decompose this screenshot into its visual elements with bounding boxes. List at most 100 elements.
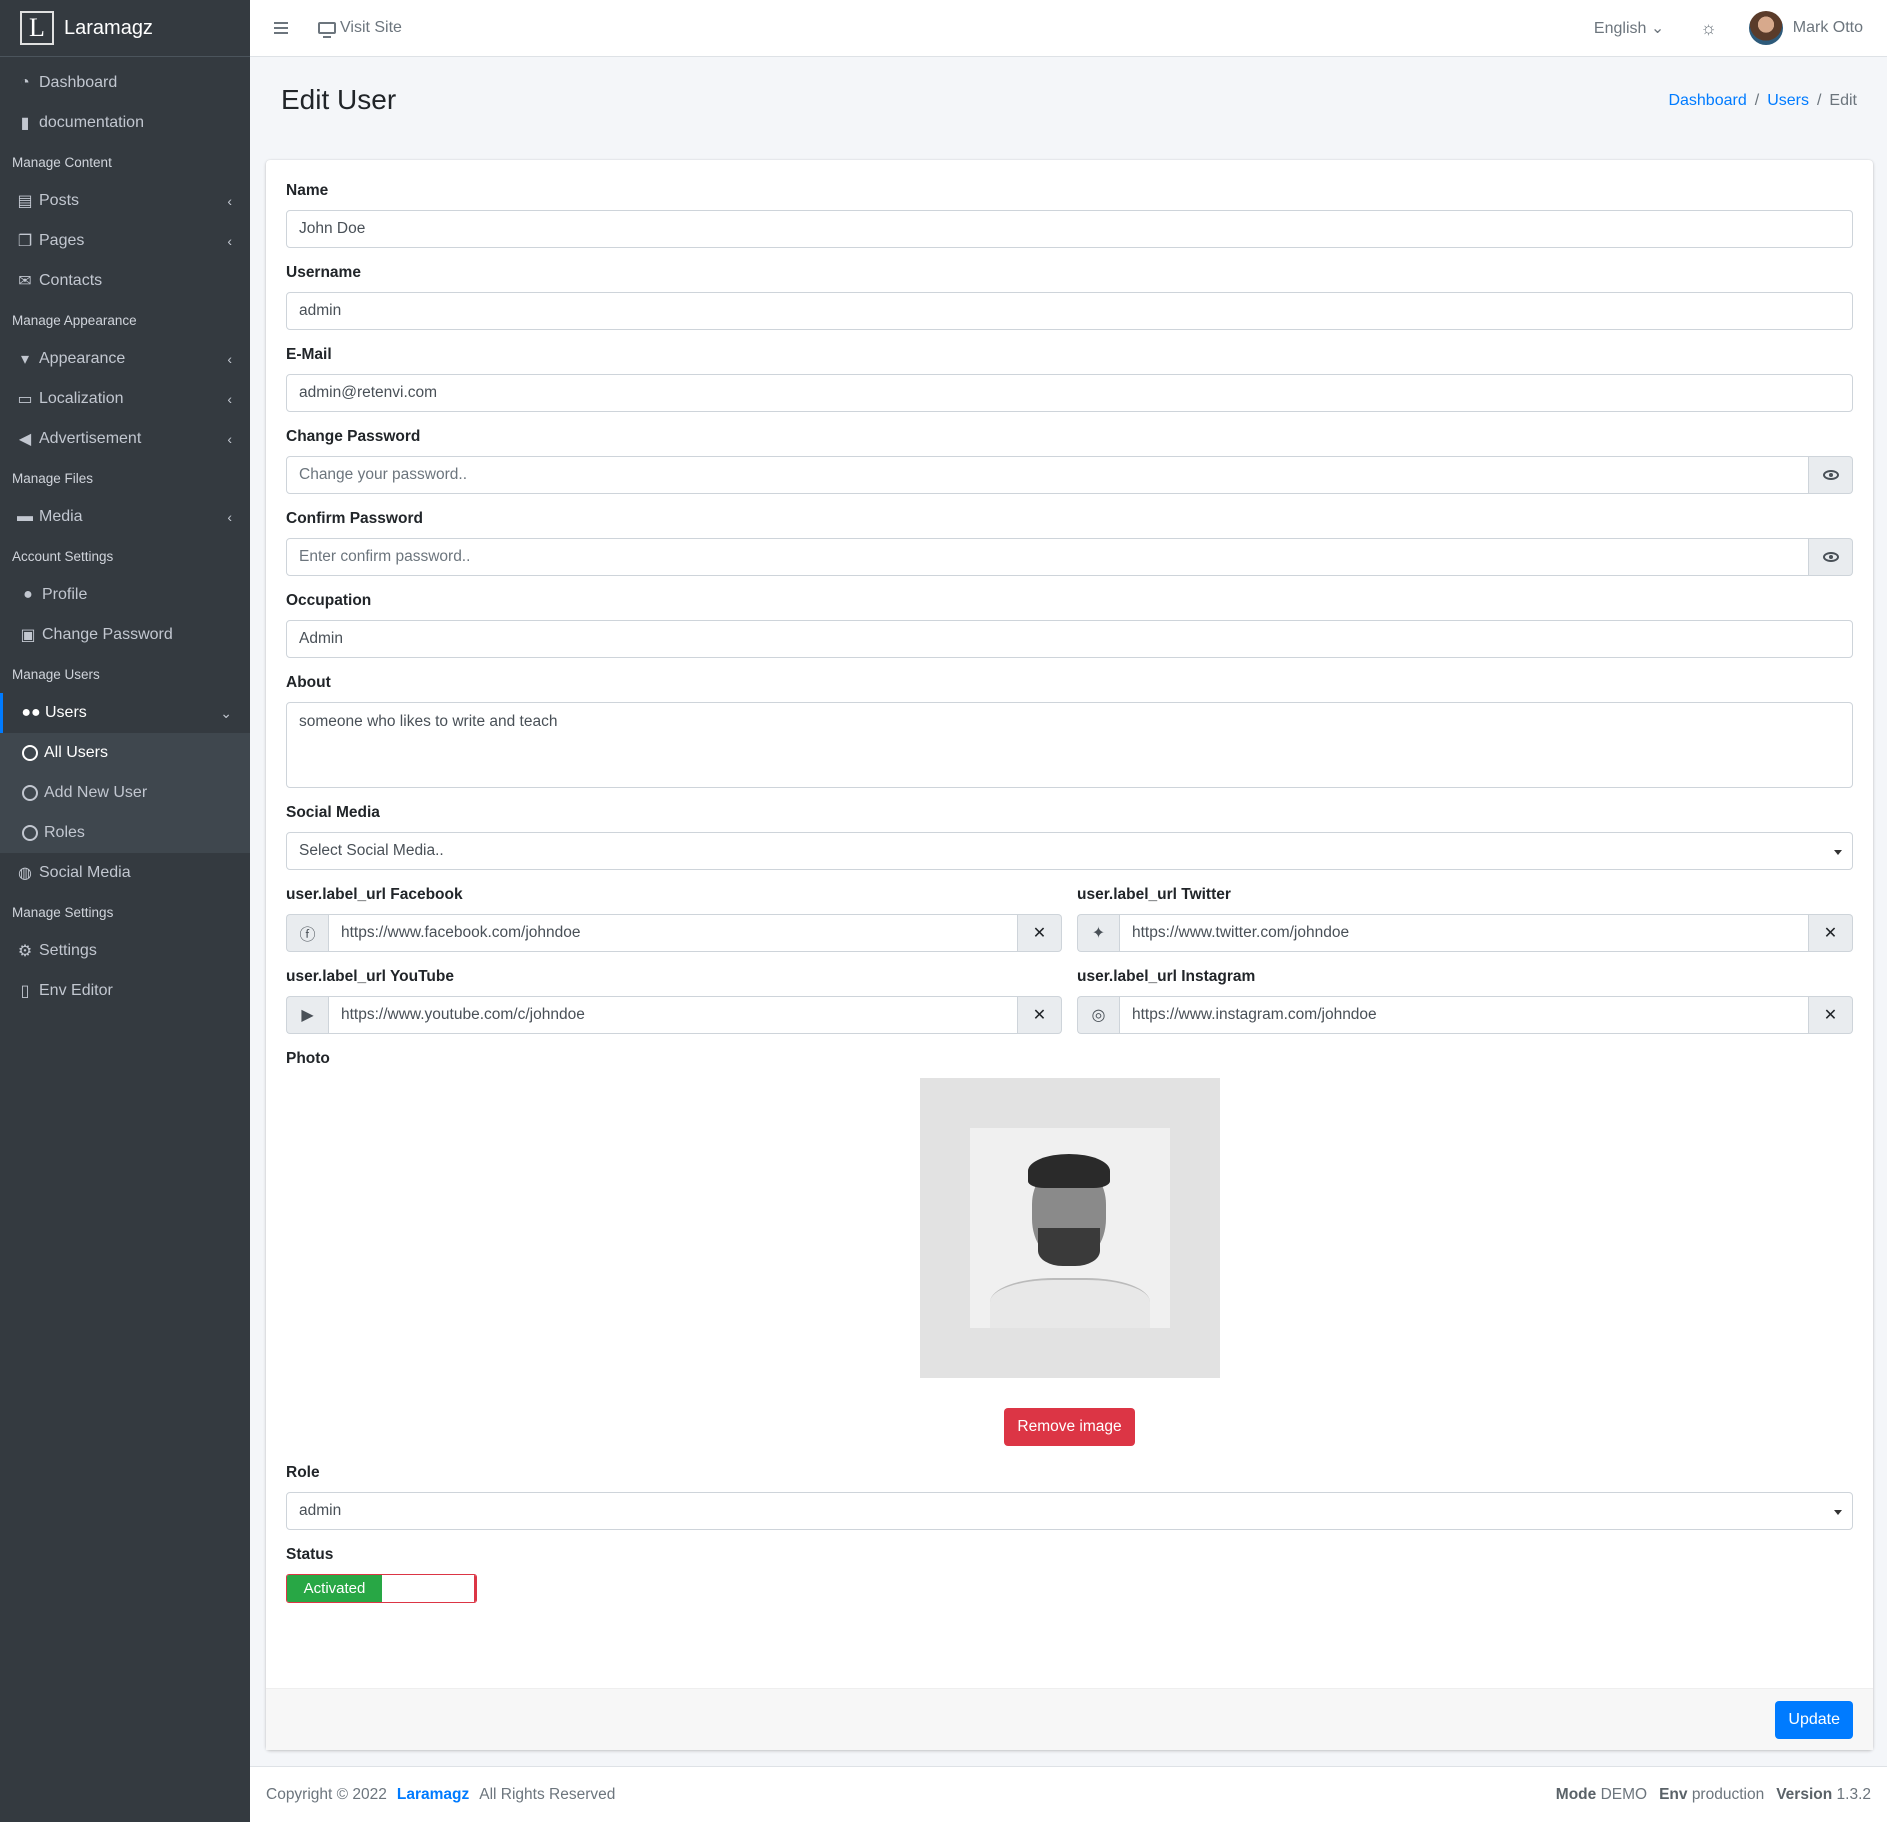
bullhorn-icon: ◀	[18, 431, 32, 448]
envelope-icon: ✉	[18, 273, 32, 290]
sidebar-item-label: Localization	[39, 390, 124, 407]
breadcrumb-users[interactable]: Users	[1767, 92, 1809, 110]
clear-instagram-button[interactable]: ✕	[1809, 996, 1853, 1034]
copyright: Copyright © 2022	[266, 1785, 387, 1803]
page-title: Edit User	[281, 84, 397, 115]
eye-icon	[1822, 552, 1839, 562]
user-name[interactable]: Mark Otto	[1793, 19, 1863, 37]
sidebar-header: Manage Content	[12, 154, 112, 170]
brush-icon: ▾	[20, 351, 30, 368]
sidebar-item-change-password[interactable]: ▣ Change Password	[0, 615, 250, 655]
sidebar-item-advertisement[interactable]: ◀ Advertisement ‹	[0, 419, 250, 459]
status-on: Activated	[287, 1575, 382, 1602]
sidebar-item-settings[interactable]: ⚙ Settings	[0, 931, 250, 971]
status-toggle[interactable]: Activated	[286, 1574, 477, 1603]
sidebar-nav: ◔ Dashboard ▮ documentation Manage Conte…	[0, 57, 250, 1011]
toggle-password-button[interactable]	[1809, 456, 1853, 494]
sidebar-item-label: Appearance	[39, 350, 126, 367]
clear-youtube-button[interactable]: ✕	[1018, 996, 1062, 1034]
rights: All Rights Reserved	[479, 1785, 616, 1803]
sidebar-item-users[interactable]: ●● Users ⌄	[0, 693, 250, 733]
breadcrumb-separator: /	[1754, 92, 1760, 109]
sidebar-item-roles[interactable]: Roles	[0, 813, 250, 853]
sidebar-item-label: Pages	[39, 232, 85, 249]
youtube-url-input[interactable]: https://www.youtube.com/c/johndoe	[328, 996, 1018, 1034]
sidebar-item-localization[interactable]: ▭ Localization ‹	[0, 379, 250, 419]
circle-icon	[22, 785, 38, 801]
visit-site-link[interactable]: Visit Site	[318, 19, 402, 38]
sidebar-item-all-users[interactable]: All Users	[0, 733, 250, 773]
facebook-label: user.label_url Facebook	[286, 886, 463, 903]
version-info: Version 1.3.2	[1776, 1786, 1871, 1804]
twitter-icon: ✦	[1077, 914, 1119, 952]
instagram-url-input[interactable]: https://www.instagram.com/johndoe	[1119, 996, 1809, 1034]
confirm-password-input[interactable]: Enter confirm password..	[286, 538, 1809, 576]
sidebar-item-label: All Users	[44, 744, 109, 761]
social-media-label: Social Media	[286, 804, 380, 821]
clear-twitter-button[interactable]: ✕	[1809, 914, 1853, 952]
version-label: Version	[1776, 1785, 1833, 1803]
sidebar-header: Manage Settings	[12, 904, 114, 920]
sidebar-item-appearance[interactable]: ▾ Appearance ‹	[0, 339, 250, 379]
sidebar-header: Manage Files	[12, 470, 94, 486]
sidebar-item-label: Roles	[44, 824, 85, 841]
toggle-confirm-password-button[interactable]	[1809, 538, 1853, 576]
visit-site-label: Visit Site	[340, 19, 402, 36]
facebook-icon: ⓕ	[286, 914, 328, 952]
page-footer: Copyright © 2022 Laramagz All Rights Res…	[250, 1766, 1887, 1822]
sidebar-item-add-new-user[interactable]: Add New User	[0, 773, 250, 813]
mode-value: DEMO	[1600, 1785, 1648, 1803]
footer-brand-link[interactable]: Laramagz	[397, 1786, 469, 1804]
language-icon: ▭	[17, 391, 33, 408]
sidebar-item-pages[interactable]: ❐ Pages ‹	[0, 221, 250, 261]
sidebar-item-media[interactable]: ▬ Media ‹	[0, 497, 250, 537]
gear-icon[interactable]: ☼	[1700, 18, 1717, 39]
chevron-down-icon: ⌄	[220, 704, 232, 721]
occupation-label: Occupation	[286, 592, 372, 609]
pages-icon: ❐	[17, 233, 33, 250]
remove-image-button[interactable]: Remove image	[1004, 1408, 1135, 1446]
sidebar-item-contacts[interactable]: ✉ Contacts	[0, 261, 250, 301]
env-value: production	[1691, 1785, 1765, 1803]
mode-label: Mode	[1555, 1785, 1597, 1803]
book-icon: ▮	[20, 115, 30, 132]
sidebar-item-social-media[interactable]: ◍ Social Media	[0, 853, 250, 893]
role-label: Role	[286, 1464, 320, 1481]
username-input[interactable]: admin	[286, 292, 1853, 330]
breadcrumb-separator: /	[1816, 92, 1822, 109]
env-info: Env production	[1659, 1786, 1764, 1804]
language-dropdown[interactable]: English ⌄	[1594, 18, 1664, 38]
social-media-select[interactable]: Select Social Media..	[286, 832, 1853, 870]
youtube-icon: ▶	[286, 996, 328, 1034]
role-select[interactable]: admin	[286, 1492, 1853, 1530]
sidebar-item-posts[interactable]: ▤ Posts ‹	[0, 181, 250, 221]
sidebar: L Laramagz ◔ Dashboard ▮ documentation M…	[0, 0, 250, 1822]
brand[interactable]: L Laramagz	[0, 0, 250, 57]
about-textarea[interactable]: someone who likes to write and teach	[286, 702, 1853, 788]
occupation-input[interactable]: Admin	[286, 620, 1853, 658]
sidebar-item-label: Social Media	[39, 864, 131, 881]
photo-preview[interactable]	[919, 1078, 1220, 1378]
mode-info: Mode DEMO	[1556, 1786, 1647, 1804]
menu-toggle-icon[interactable]	[274, 22, 288, 34]
chevron-left-icon: ‹	[227, 431, 232, 447]
facebook-url-input[interactable]: https://www.facebook.com/johndoe	[328, 914, 1018, 952]
breadcrumb-current: Edit	[1829, 92, 1857, 109]
clear-facebook-button[interactable]: ✕	[1018, 914, 1062, 952]
about-label: About	[286, 674, 331, 691]
sidebar-header: Account Settings	[12, 548, 114, 564]
sidebar-item-label: Env Editor	[39, 982, 113, 999]
sidebar-item-dashboard[interactable]: ◔ Dashboard	[0, 63, 250, 103]
sidebar-item-env-editor[interactable]: ▯ Env Editor	[0, 971, 250, 1011]
email-input[interactable]: admin@retenvi.com	[286, 374, 1853, 412]
edit-user-card: Name John Doe Username admin E-Mail admi…	[266, 160, 1873, 1750]
breadcrumb-dashboard[interactable]: Dashboard	[1668, 92, 1746, 110]
twitter-url-input[interactable]: https://www.twitter.com/johndoe	[1119, 914, 1809, 952]
sidebar-item-documentation[interactable]: ▮ documentation	[0, 103, 250, 143]
password-input[interactable]: Change your password..	[286, 456, 1809, 494]
update-button[interactable]: Update	[1775, 1701, 1853, 1739]
password-label: Change Password	[286, 428, 421, 445]
avatar[interactable]	[1748, 11, 1783, 45]
name-input[interactable]: John Doe	[286, 210, 1853, 248]
sidebar-item-profile[interactable]: ● Profile	[0, 575, 250, 615]
